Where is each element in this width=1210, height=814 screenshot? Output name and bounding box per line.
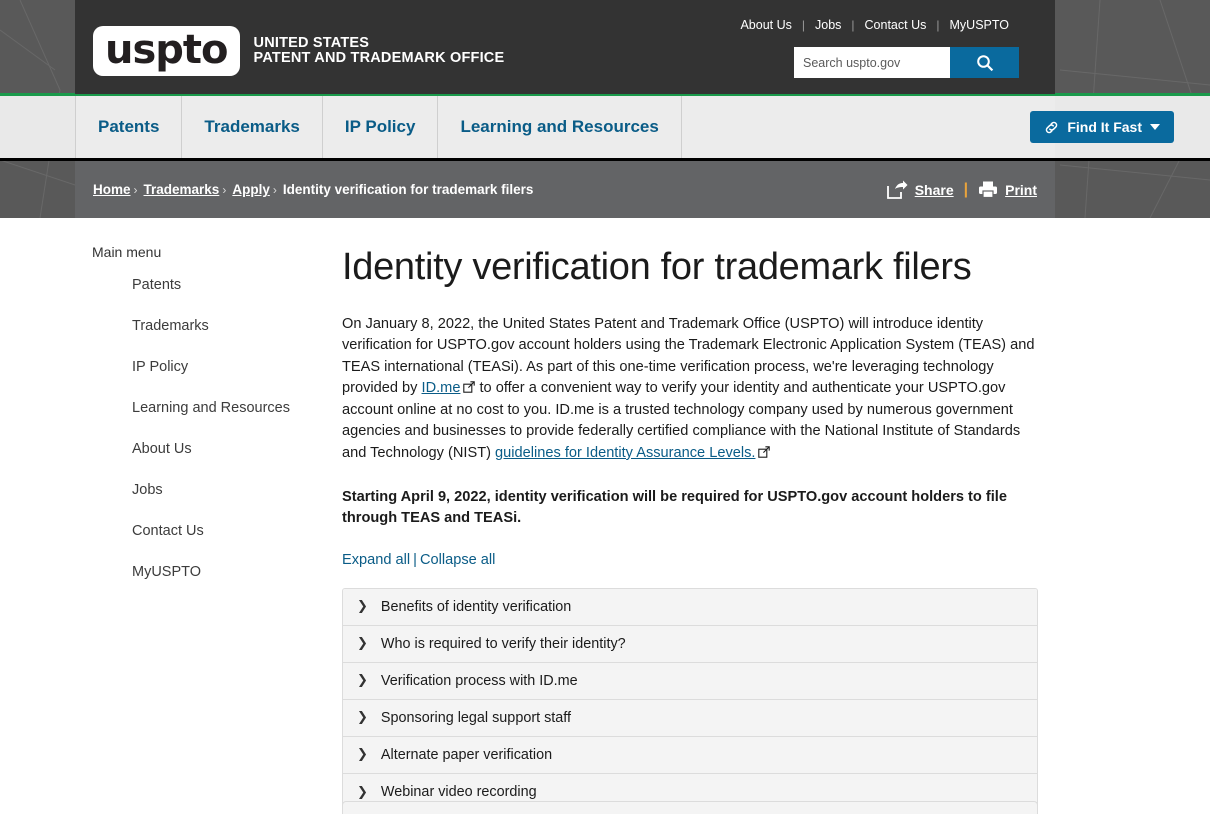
list-item[interactable]: Trademarks (132, 317, 322, 335)
sidebar: Main menu Patents Trademarks IP Policy L… (92, 244, 322, 604)
search-icon (976, 54, 994, 72)
intro-paragraph: On January 8, 2022, the United States Pa… (342, 314, 1038, 465)
idme-link[interactable]: ID.me (422, 380, 461, 396)
main-navigation: Patents Trademarks IP Policy Learning an… (75, 96, 1055, 158)
breadcrumb-separator: › (222, 183, 226, 197)
accordion-item-label: Alternate paper verification (381, 747, 552, 763)
list-item[interactable]: Learning and Resources (132, 399, 322, 417)
print-button[interactable]: Print (978, 180, 1037, 199)
breadcrumb-separator: › (134, 183, 138, 197)
breadcrumb-separator: › (273, 183, 277, 197)
list-item[interactable]: Jobs (132, 481, 322, 499)
nav-item-trademarks[interactable]: Trademarks (182, 96, 322, 158)
sidebar-heading: Main menu (92, 244, 322, 260)
accordion-item-label: Benefits of identity verification (381, 599, 571, 615)
accordion-item-label: Sponsoring legal support staff (381, 710, 571, 726)
nav-item-patents[interactable]: Patents (75, 96, 182, 158)
sidebar-list: Patents Trademarks IP Policy Learning an… (92, 276, 322, 581)
list-item[interactable]: Patents (132, 276, 322, 294)
nav-item-label: Patents (98, 117, 159, 137)
breadcrumb-item-current: Identity verification for trademark file… (283, 182, 534, 197)
list-item[interactable]: About Us (132, 440, 322, 458)
list-item[interactable]: Contact Us (132, 522, 322, 540)
search-button[interactable] (950, 47, 1019, 78)
tools-divider: | (964, 181, 968, 199)
nav-item-label: Learning and Resources (460, 117, 658, 137)
chevron-down-icon (1150, 124, 1160, 130)
sidebar-item-patents[interactable]: Patents (132, 277, 181, 293)
utility-link-myuspto[interactable]: MyUSPTO (940, 18, 1020, 32)
expand-all-link[interactable]: Expand all (342, 552, 410, 568)
breadcrumb: Home › Trademarks › Apply › Identity ver… (93, 182, 533, 197)
external-link-icon (463, 379, 475, 400)
utility-nav: About Us | Jobs | Contact Us | MyUSPTO (730, 18, 1019, 32)
sidebar-item-trademarks[interactable]: Trademarks (132, 318, 209, 334)
accordion-item-label: Who is required to verify their identity… (381, 636, 626, 652)
find-it-fast-button[interactable]: Find It Fast (1030, 111, 1174, 143)
print-label[interactable]: Print (1005, 182, 1037, 198)
accordion-item-sponsoring-legal-support-staff[interactable]: ❯ Sponsoring legal support staff (343, 700, 1037, 737)
accordion: ❯ Benefits of identity verification ❯ Wh… (342, 588, 1038, 812)
page-title: Identity verification for trademark file… (342, 244, 1038, 290)
page-tools: Share | Print (886, 161, 1037, 218)
chevron-right-icon: ❯ (357, 747, 368, 762)
next-section-panel[interactable] (342, 801, 1038, 814)
site-search (794, 47, 1019, 78)
accordion-item-label: Webinar video recording (381, 784, 537, 800)
chevron-right-icon: ❯ (357, 636, 368, 651)
accordion-item-alternate-paper-verification[interactable]: ❯ Alternate paper verification (343, 737, 1037, 774)
logo-mark: uspto (93, 26, 240, 76)
sidebar-item-myuspto[interactable]: MyUSPTO (132, 564, 201, 580)
breadcrumb-item-home[interactable]: Home (93, 182, 131, 197)
utility-link-about-us[interactable]: About Us (730, 18, 801, 32)
accordion-item-who-is-required-to-verify[interactable]: ❯ Who is required to verify their identi… (343, 626, 1037, 663)
expand-collapse-controls: Expand all|Collapse all (342, 552, 1038, 568)
collapse-all-link[interactable]: Collapse all (420, 552, 495, 568)
requirement-paragraph: Starting April 9, 2022, identity verific… (342, 487, 1038, 530)
chevron-right-icon: ❯ (357, 785, 368, 800)
logo-subtitle: UNITED STATES PATENT AND TRADEMARK OFFIC… (254, 36, 505, 67)
nav-item-learning-and-resources[interactable]: Learning and Resources (438, 96, 681, 158)
utility-link-jobs[interactable]: Jobs (805, 18, 851, 32)
sidebar-item-about-us[interactable]: About Us (132, 441, 192, 457)
nav-spacer (682, 96, 1055, 158)
main-column: Identity verification for trademark file… (342, 244, 1038, 812)
nav-item-ip-policy[interactable]: IP Policy (323, 96, 439, 158)
breadcrumb-bar: Home › Trademarks › Apply › Identity ver… (75, 161, 1055, 218)
breadcrumb-item-apply[interactable]: Apply (232, 182, 270, 197)
site-header: uspto UNITED STATES PATENT AND TRADEMARK… (75, 0, 1055, 94)
find-it-fast-label: Find It Fast (1067, 119, 1142, 135)
accordion-item-verification-process-with-idme[interactable]: ❯ Verification process with ID.me (343, 663, 1037, 700)
share-button[interactable]: Share (886, 180, 954, 200)
share-label[interactable]: Share (915, 182, 954, 198)
uspto-logo[interactable]: uspto UNITED STATES PATENT AND TRADEMARK… (93, 26, 504, 76)
page-root: uspto UNITED STATES PATENT AND TRADEMARK… (0, 0, 1210, 814)
accordion-item-label: Verification process with ID.me (381, 673, 578, 689)
sidebar-item-jobs[interactable]: Jobs (132, 482, 163, 498)
chevron-right-icon: ❯ (357, 673, 368, 688)
link-chain-icon (1044, 120, 1059, 135)
printer-icon (978, 180, 998, 199)
search-input[interactable] (794, 47, 950, 78)
sidebar-item-ip-policy[interactable]: IP Policy (132, 359, 188, 375)
sidebar-item-contact-us[interactable]: Contact Us (132, 523, 204, 539)
page-content: Main menu Patents Trademarks IP Policy L… (0, 218, 1210, 814)
breadcrumb-item-trademarks[interactable]: Trademarks (144, 182, 220, 197)
logo-subtitle-line1: UNITED STATES (254, 36, 505, 52)
share-icon (886, 180, 908, 200)
list-item[interactable]: IP Policy (132, 358, 322, 376)
nav-item-label: Trademarks (204, 117, 299, 137)
expand-collapse-divider: | (413, 552, 417, 568)
list-item[interactable]: MyUSPTO (132, 563, 322, 581)
utility-link-contact-us[interactable]: Contact Us (855, 18, 937, 32)
accordion-item-benefits-of-identity-verification[interactable]: ❯ Benefits of identity verification (343, 589, 1037, 626)
chevron-right-icon: ❯ (357, 599, 368, 614)
nav-item-label: IP Policy (345, 117, 416, 137)
logo-wordmark: uspto (105, 30, 228, 70)
sidebar-item-learning-and-resources[interactable]: Learning and Resources (132, 400, 290, 416)
external-link-icon (758, 444, 770, 465)
logo-subtitle-line2: PATENT AND TRADEMARK OFFICE (254, 51, 505, 67)
nist-guidelines-link[interactable]: guidelines for Identity Assurance Levels… (495, 445, 755, 461)
chevron-right-icon: ❯ (357, 710, 368, 725)
